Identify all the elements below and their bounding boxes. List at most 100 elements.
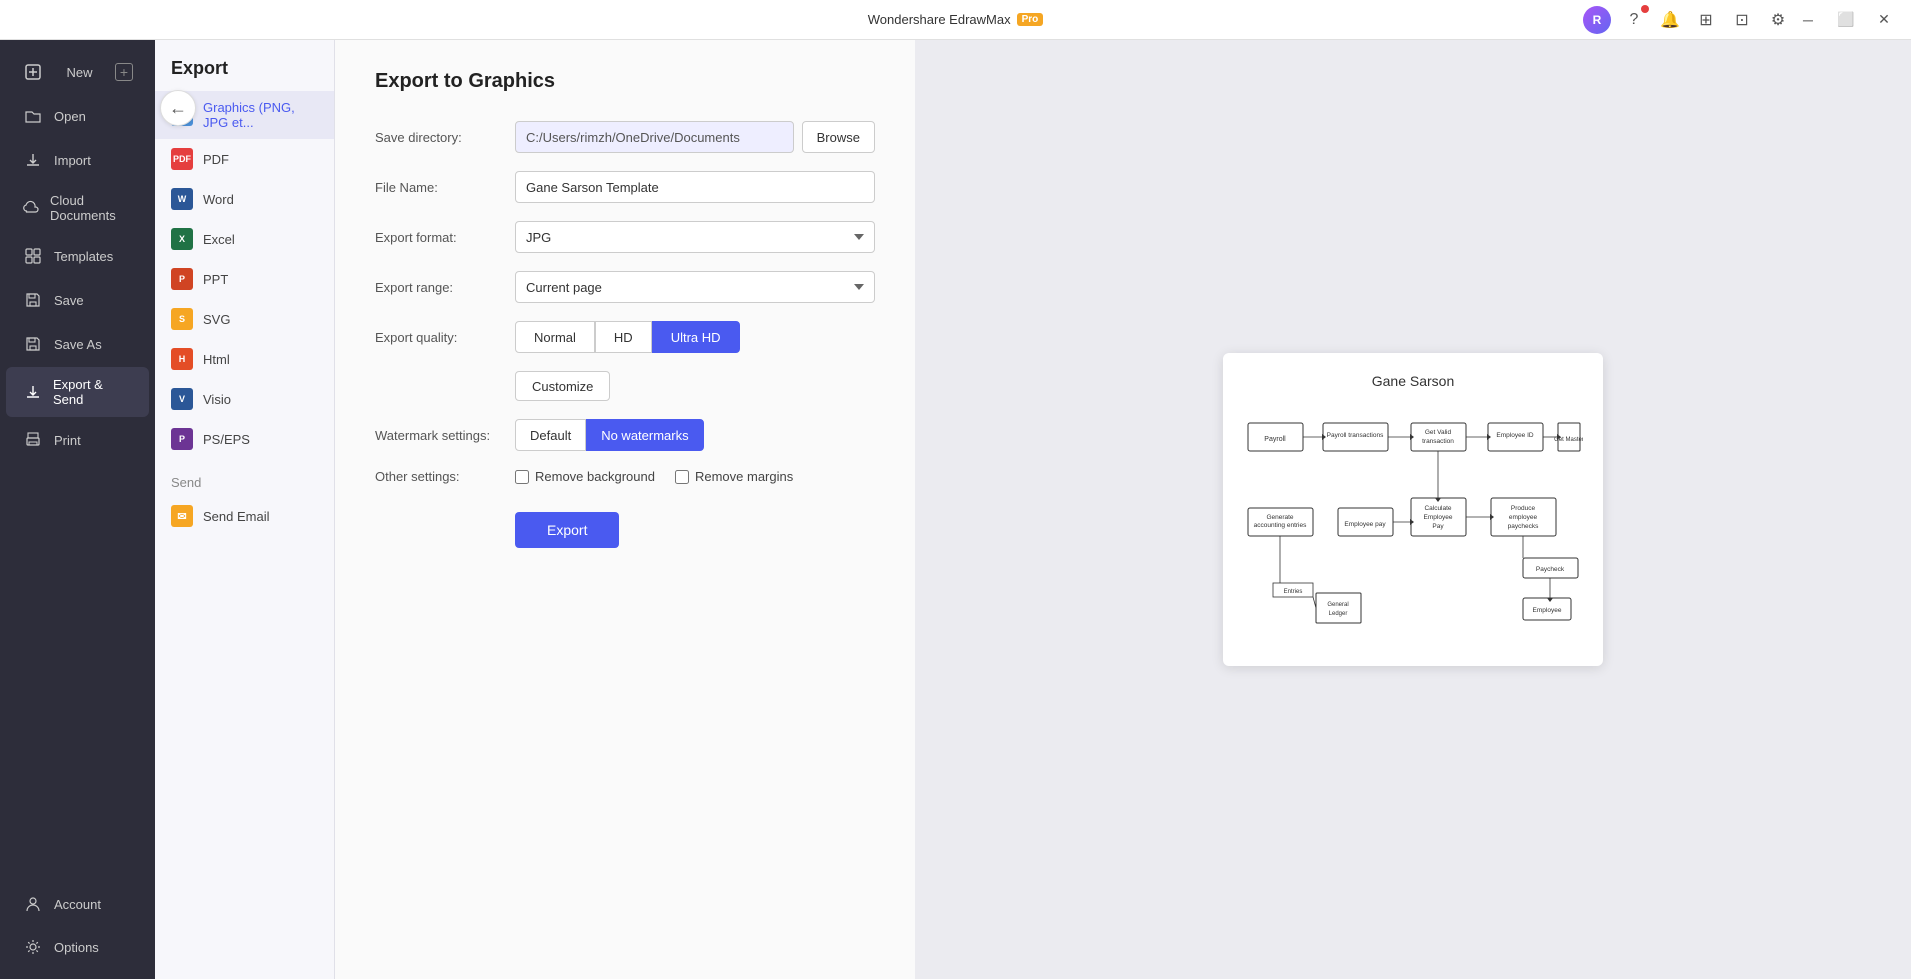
export-button[interactable]: Export bbox=[515, 512, 619, 548]
grid-icon[interactable]: ⊞ bbox=[1693, 7, 1719, 33]
browse-button[interactable]: Browse bbox=[802, 121, 875, 153]
sidebar-item-templates[interactable]: Templates bbox=[6, 235, 149, 277]
quality-ultrahd-button[interactable]: Ultra HD bbox=[652, 321, 740, 353]
sidebar-item-print[interactable]: Print bbox=[6, 419, 149, 461]
preview-diagram: Payroll Payroll transactions Get Valid t… bbox=[1243, 403, 1583, 643]
quality-normal-button[interactable]: Normal bbox=[515, 321, 595, 353]
pro-badge: Pro bbox=[1017, 13, 1044, 26]
help-icon[interactable]: ? bbox=[1621, 7, 1647, 33]
cloud-icon bbox=[22, 197, 40, 219]
settings-icon[interactable]: ⚙ bbox=[1765, 7, 1791, 33]
export-quality-group: Normal HD Ultra HD bbox=[515, 321, 875, 353]
file-name-group bbox=[515, 171, 875, 203]
minimize-button[interactable]: ─ bbox=[1793, 5, 1823, 35]
maximize-button[interactable]: ⬜ bbox=[1831, 5, 1861, 35]
export-item-word[interactable]: W Word bbox=[155, 179, 334, 219]
export-format-select[interactable]: JPG PNG BMP TIFF SVG bbox=[515, 221, 875, 253]
sidebar-item-cloud[interactable]: Cloud Documents bbox=[6, 183, 149, 233]
sidebar-item-print-label: Print bbox=[54, 433, 81, 448]
titlebar-icons: R ? 🔔 ⊞ ⊡ ⚙ bbox=[1583, 0, 1791, 39]
sidebar-item-import-label: Import bbox=[54, 153, 91, 168]
sidebar-item-options[interactable]: Options bbox=[6, 926, 149, 968]
other-settings-label: Other settings: bbox=[375, 469, 505, 484]
new-icon bbox=[22, 61, 44, 83]
sidebar-nav: New + Open Import Cloud Documents Temp bbox=[0, 40, 155, 979]
templates-icon bbox=[22, 245, 44, 267]
export-range-select[interactable]: Current page All pages Selected objects bbox=[515, 271, 875, 303]
preview-title: Gane Sarson bbox=[1243, 373, 1583, 389]
sidebar-item-saveas[interactable]: Save As bbox=[6, 323, 149, 365]
export-item-pdf-label: PDF bbox=[203, 152, 229, 167]
export-item-visio[interactable]: V Visio bbox=[155, 379, 334, 419]
content-area: Export to Graphics Save directory: Brows… bbox=[335, 40, 1911, 979]
back-button[interactable]: ← bbox=[160, 90, 196, 126]
sidebar-item-import[interactable]: Import bbox=[6, 139, 149, 181]
save-directory-label: Save directory: bbox=[375, 130, 505, 145]
window-controls: ─ ⬜ ✕ bbox=[1793, 0, 1899, 39]
sidebar-item-account[interactable]: Account bbox=[6, 883, 149, 925]
svg-text:transaction: transaction bbox=[1422, 438, 1454, 445]
sidebar-item-new-label: New bbox=[66, 65, 92, 80]
sidebar-item-templates-label: Templates bbox=[54, 249, 113, 264]
excel-icon: X bbox=[171, 228, 193, 250]
svg-text:Get Valid: Get Valid bbox=[1425, 429, 1452, 436]
sidebar-item-saveas-label: Save As bbox=[54, 337, 102, 352]
export-item-excel-label: Excel bbox=[203, 232, 235, 247]
template-icon[interactable]: ⊡ bbox=[1729, 7, 1755, 33]
watermark-row: Watermark settings: Default No watermark… bbox=[375, 419, 875, 451]
sidebar-item-options-label: Options bbox=[54, 940, 99, 955]
remove-background-checkbox[interactable] bbox=[515, 470, 529, 484]
export-item-excel[interactable]: X Excel bbox=[155, 219, 334, 259]
sidebar-item-new[interactable]: New + bbox=[6, 51, 149, 93]
file-name-row: File Name: bbox=[375, 171, 875, 203]
export-item-email[interactable]: ✉ Send Email bbox=[155, 496, 334, 536]
export-item-svg[interactable]: S SVG bbox=[155, 299, 334, 339]
svg-text:Calculate: Calculate bbox=[1424, 505, 1451, 512]
export-sidebar: Export Graphics (PNG, JPG et... PDF PDF … bbox=[155, 40, 335, 979]
svg-text:General: General bbox=[1327, 602, 1348, 608]
titlebar: Wondershare EdrawMax Pro R ? 🔔 ⊞ ⊡ ⚙ ─ ⬜… bbox=[0, 0, 1911, 40]
options-icon bbox=[22, 936, 44, 958]
watermark-none-button[interactable]: No watermarks bbox=[586, 419, 703, 451]
file-name-label: File Name: bbox=[375, 180, 505, 195]
remove-margins-label[interactable]: Remove margins bbox=[675, 469, 793, 484]
export-item-pseps[interactable]: P PS/EPS bbox=[155, 419, 334, 459]
app-title: Wondershare EdrawMax Pro bbox=[868, 12, 1044, 27]
export-item-ppt-label: PPT bbox=[203, 272, 228, 287]
svg-text:Payroll transactions: Payroll transactions bbox=[1327, 432, 1384, 439]
sidebar-item-open-label: Open bbox=[54, 109, 86, 124]
sidebar-item-export[interactable]: Export & Send bbox=[6, 367, 149, 417]
svg-text:employee: employee bbox=[1509, 514, 1538, 521]
saveas-icon bbox=[22, 333, 44, 355]
export-item-pdf[interactable]: PDF PDF bbox=[155, 139, 334, 179]
watermark-default-button[interactable]: Default bbox=[515, 419, 586, 451]
notification-icon[interactable]: 🔔 bbox=[1657, 7, 1683, 33]
preview-area: Gane Sarson Payroll Payroll transactions… bbox=[915, 40, 1911, 979]
sidebar-item-save[interactable]: Save bbox=[6, 279, 149, 321]
export-button-row: Export bbox=[375, 502, 875, 548]
remove-background-label[interactable]: Remove background bbox=[515, 469, 655, 484]
user-avatar[interactable]: R bbox=[1583, 6, 1611, 34]
file-name-input[interactable] bbox=[515, 171, 875, 203]
export-item-visio-label: Visio bbox=[203, 392, 231, 407]
remove-margins-checkbox[interactable] bbox=[675, 470, 689, 484]
save-directory-input[interactable] bbox=[515, 121, 794, 153]
quality-hd-button[interactable]: HD bbox=[595, 321, 652, 353]
svg-text:Employee ID: Employee ID bbox=[1496, 432, 1534, 439]
close-button[interactable]: ✕ bbox=[1869, 5, 1899, 35]
sidebar-item-open[interactable]: Open bbox=[6, 95, 149, 137]
app-name: Wondershare EdrawMax bbox=[868, 12, 1011, 27]
save-directory-group: Browse bbox=[515, 121, 875, 153]
export-item-email-label: Send Email bbox=[203, 509, 269, 524]
export-form-title: Export to Graphics bbox=[375, 70, 875, 93]
export-item-word-label: Word bbox=[203, 192, 234, 207]
export-item-html[interactable]: H Html bbox=[155, 339, 334, 379]
watermark-group: Default No watermarks bbox=[515, 419, 875, 451]
export-item-ppt[interactable]: P PPT bbox=[155, 259, 334, 299]
word-icon: W bbox=[171, 188, 193, 210]
svg-text:Produce: Produce bbox=[1511, 505, 1536, 512]
sidebar-item-export-label: Export & Send bbox=[53, 377, 133, 407]
export-format-row: Export format: JPG PNG BMP TIFF SVG bbox=[375, 221, 875, 253]
customize-button[interactable]: Customize bbox=[515, 371, 610, 401]
save-icon bbox=[22, 289, 44, 311]
